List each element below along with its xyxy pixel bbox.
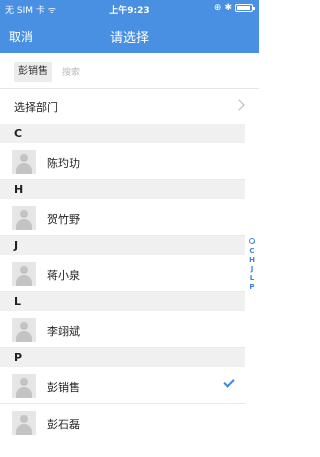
- select-department-label: 选择部门: [14, 101, 58, 114]
- contact-row[interactable]: 陈玓玏: [0, 143, 245, 180]
- index-letter-p[interactable]: P: [249, 283, 254, 292]
- section-header-p: P: [0, 348, 245, 367]
- index-letter-j[interactable]: J: [251, 265, 254, 274]
- status-bar: 无 SIM 卡 ᯤ 上午9:23 ⊕ ✱: [0, 0, 259, 17]
- contact-list: C 陈玓玏 H 贺竹野 J 蒋小泉 L 李翊斌 P 彭销售彭石磊: [0, 124, 245, 441]
- avatar-icon: [12, 318, 36, 342]
- contact-row[interactable]: 李翊斌: [0, 311, 245, 348]
- avatar-icon: [12, 206, 36, 230]
- rotation-lock-icon: ⊕: [213, 3, 222, 13]
- contact-row[interactable]: 贺竹野: [0, 199, 245, 236]
- contact-row[interactable]: 彭石磊: [0, 404, 245, 441]
- page-title: 请选择: [109, 31, 149, 46]
- section-header-c: C: [0, 124, 245, 143]
- index-letter-h[interactable]: H: [249, 256, 255, 265]
- index-letter-l[interactable]: L: [250, 274, 254, 283]
- contact-row[interactable]: 彭销售: [0, 367, 245, 404]
- alphabet-index[interactable]: CHJLP: [245, 238, 259, 292]
- contact-name: 彭销售: [47, 381, 80, 394]
- search-bar[interactable]: 彭销售 搜索: [0, 53, 259, 89]
- battery-icon: [235, 4, 255, 12]
- chevron-right-icon: [233, 99, 245, 111]
- section-header-h: H: [0, 180, 245, 199]
- top-bar: 无 SIM 卡 ᯤ 上午9:23 ⊕ ✱ 取消 请选择: [0, 0, 259, 53]
- navigation-bar: 取消 请选择: [0, 17, 259, 53]
- search-input[interactable]: 搜索: [62, 65, 80, 78]
- contact-name: 陈玓玏: [47, 157, 80, 170]
- contact-row[interactable]: 蒋小泉: [0, 255, 245, 292]
- contact-name: 蒋小泉: [47, 269, 80, 282]
- select-department-row[interactable]: 选择部门: [0, 90, 259, 122]
- bluetooth-icon: ✱: [224, 3, 232, 13]
- avatar-icon: [12, 374, 36, 398]
- index-letter-c[interactable]: C: [249, 247, 254, 256]
- contact-name: 贺竹野: [47, 213, 80, 226]
- section-header-j: J: [0, 236, 245, 255]
- contact-name: 李翊斌: [47, 325, 80, 338]
- contact-name: 彭石磊: [47, 418, 80, 431]
- avatar-icon: [12, 411, 36, 435]
- section-header-l: L: [0, 292, 245, 311]
- selected-person-chip[interactable]: 彭销售: [14, 62, 52, 82]
- status-icons: ⊕ ✱: [213, 3, 255, 13]
- checkmark-icon: [223, 376, 235, 388]
- avatar-icon: [12, 150, 36, 174]
- avatar-icon: [12, 262, 36, 286]
- search-icon[interactable]: [249, 238, 255, 245]
